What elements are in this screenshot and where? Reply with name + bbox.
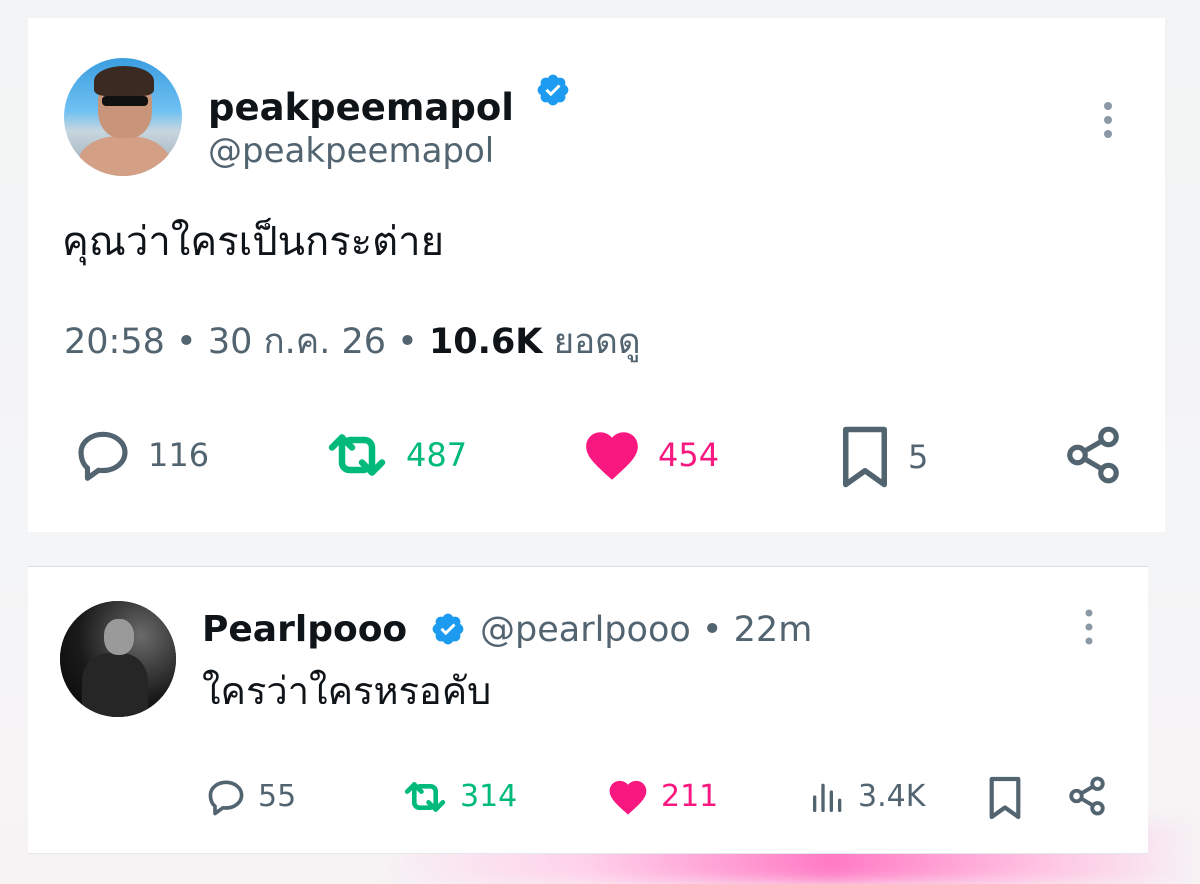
reply-icon [78, 431, 128, 481]
verified-badge-icon [432, 613, 464, 645]
avatar[interactable] [64, 58, 182, 176]
user-handle[interactable]: @peakpeemapol [208, 131, 494, 171]
views-count: 3.4K [858, 779, 926, 814]
like-button[interactable]: 211 [605, 775, 718, 819]
display-name[interactable]: peakpeemapol [208, 86, 514, 130]
share-icon [1069, 776, 1105, 816]
user-handle-time[interactable]: @pearlpooo • 22m [480, 609, 812, 651]
like-count: 211 [661, 779, 719, 814]
reply-count: 116 [148, 436, 210, 474]
retweet-icon [404, 782, 446, 812]
meta-separator: • [397, 322, 418, 362]
retweet-count: 487 [406, 436, 468, 474]
more-options-icon[interactable] [1100, 100, 1116, 140]
retweet-button[interactable]: 487 [322, 424, 467, 486]
share-button[interactable] [1066, 775, 1108, 817]
like-count: 454 [658, 436, 720, 474]
reply-button[interactable]: 116 [72, 424, 209, 486]
like-button[interactable]: 454 [580, 424, 719, 486]
share-icon [1067, 426, 1119, 484]
tweet-date[interactable]: 30 ก.ค. 26 [208, 322, 386, 362]
bookmark-button[interactable] [986, 775, 1024, 821]
retweet-icon [328, 434, 386, 476]
views-count: 10.6K [428, 322, 543, 362]
bookmark-count: 5 [908, 438, 929, 476]
tweet-text: ใครว่าใครหรอคับ [202, 669, 492, 713]
reply-icon [208, 780, 244, 816]
heart-icon [586, 432, 638, 480]
reply-tweet-card[interactable]: Pearlpooo @pearlpooo • 22m ใครว่าใครหรอค… [28, 566, 1148, 854]
tweet-time[interactable]: 20:58 [64, 322, 165, 362]
bookmark-icon [989, 776, 1021, 820]
views-label: ยอดดู [553, 322, 641, 362]
heart-icon [609, 780, 647, 815]
main-tweet-card: peakpeemapol @peakpeemapol คุณว่าใครเป็น… [28, 18, 1165, 532]
retweet-button[interactable]: 314 [400, 775, 517, 819]
retweet-count: 314 [460, 779, 518, 814]
views-button[interactable]: 3.4K [808, 775, 925, 819]
verified-badge-icon [537, 74, 569, 106]
avatar[interactable] [60, 601, 176, 717]
share-button[interactable] [1062, 424, 1124, 486]
reply-count: 55 [258, 779, 297, 814]
tweet-meta: 20:58 • 30 ก.ค. 26 • 10.6K ยอดดู [64, 320, 641, 364]
reply-button[interactable]: 55 [204, 775, 296, 819]
meta-separator: • [176, 322, 197, 362]
more-options-icon[interactable] [1081, 607, 1097, 647]
display-name[interactable]: Pearlpooo [202, 609, 407, 651]
tweet-text: คุณว่าใครเป็นกระต่าย [62, 219, 445, 265]
analytics-icon [813, 783, 842, 812]
bookmark-icon [843, 426, 887, 488]
bookmark-button[interactable]: 5 [836, 424, 928, 490]
